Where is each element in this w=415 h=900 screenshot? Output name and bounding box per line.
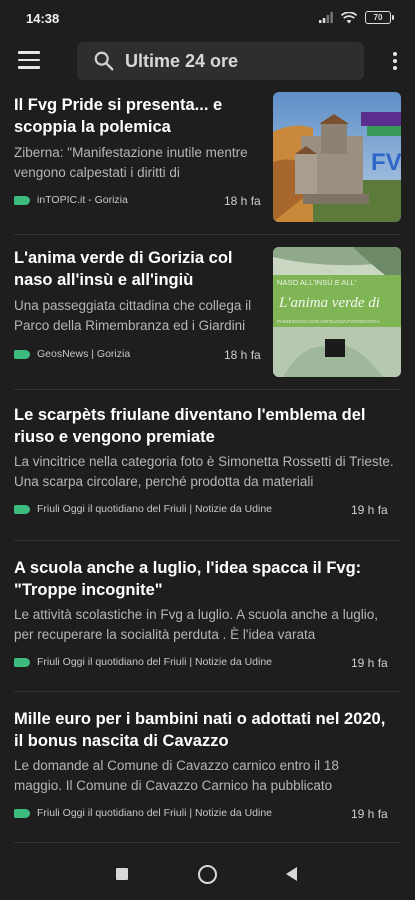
news-title[interactable]: A scuola anche a luglio, l'idea spacca i… xyxy=(14,557,394,601)
news-time: 19 h fa xyxy=(351,503,388,517)
news-time: 18 h fa xyxy=(224,194,261,208)
status-bar: 14:38 70 xyxy=(0,0,415,38)
news-thumbnail[interactable]: NASO ALL'INSÙ E ALL' L'anima verde di PA… xyxy=(273,247,401,377)
news-item[interactable]: Il Fvg Pride si presenta... e scoppia la… xyxy=(14,84,401,235)
news-meta: inTOPIC.it - Gorizia xyxy=(14,194,128,206)
search-bar[interactable]: Ultime 24 ore xyxy=(77,42,364,80)
news-thumbnail[interactable]: FVG PRIDE xyxy=(273,92,401,222)
menu-button[interactable] xyxy=(18,51,40,69)
news-feed: Il Fvg Pride si presenta... e scoppia la… xyxy=(0,84,415,843)
news-item[interactable]: A scuola anche a luglio, l'idea spacca i… xyxy=(14,541,401,692)
status-time: 14:38 xyxy=(26,11,60,26)
news-title[interactable]: L'anima verde di Gorizia col naso all'in… xyxy=(14,247,266,291)
news-source[interactable]: inTOPIC.it - Gorizia xyxy=(37,194,128,206)
svg-text:NASO ALL'INSÙ E ALL': NASO ALL'INSÙ E ALL' xyxy=(277,278,357,287)
home-button[interactable] xyxy=(198,865,217,884)
news-item[interactable]: Le scarpèts friulane diventano l'emblema… xyxy=(14,390,401,541)
news-source[interactable]: Friuli Oggi il quotidiano del Friuli | N… xyxy=(37,807,272,819)
wifi-icon xyxy=(341,11,357,23)
news-time: 19 h fa xyxy=(351,656,388,670)
castle-image: FVG PRIDE xyxy=(273,92,401,222)
tag-icon xyxy=(14,195,30,205)
news-source[interactable]: Friuli Oggi il quotidiano del Friuli | N… xyxy=(37,503,272,515)
news-title[interactable]: Mille euro per i bambini nati o adottati… xyxy=(14,708,399,752)
tag-icon xyxy=(14,808,30,818)
news-source[interactable]: Friuli Oggi il quotidiano del Friuli | N… xyxy=(37,656,272,668)
news-item[interactable]: Mille euro per i bambini nati o adottati… xyxy=(14,692,401,843)
signal-icon xyxy=(319,12,333,23)
tag-icon xyxy=(14,657,30,667)
system-nav-bar xyxy=(0,848,415,900)
news-meta: Friuli Oggi il quotidiano del Friuli | N… xyxy=(14,656,272,668)
news-summary: Le domande al Comune di Cavazzo carnico … xyxy=(14,758,339,793)
svg-text:L'anima verde di: L'anima verde di xyxy=(278,295,380,311)
svg-text:FVG PRIDE: FVG PRIDE xyxy=(371,149,401,176)
news-summary: Ziberna: "Manifestazione inutile mentre … xyxy=(14,145,248,180)
status-icons: 70 xyxy=(319,11,394,24)
back-button[interactable] xyxy=(286,867,297,881)
battery-icon: 70 xyxy=(365,11,394,24)
news-item[interactable]: L'anima verde di Gorizia col naso all'in… xyxy=(14,235,401,390)
svg-text:PASSEGGIATA CON ANTOLOGIA FOTO: PASSEGGIATA CON ANTOLOGIA FOTOGRAFICA xyxy=(277,319,380,324)
news-summary: Le attività scolastiche in Fvg a luglio.… xyxy=(14,607,378,642)
more-options-button[interactable] xyxy=(391,52,399,72)
news-meta: Friuli Oggi il quotidiano del Friuli | N… xyxy=(14,503,272,515)
news-summary: Una passeggiata cittadina che collega il… xyxy=(14,298,252,333)
news-meta: GeosNews | Gorizia xyxy=(14,348,130,360)
news-time: 19 h fa xyxy=(351,807,388,821)
recents-button[interactable] xyxy=(116,868,128,880)
news-source[interactable]: GeosNews | Gorizia xyxy=(37,348,130,360)
top-bar: Ultime 24 ore xyxy=(0,38,415,84)
news-title[interactable]: Le scarpèts friulane diventano l'emblema… xyxy=(14,404,394,448)
news-meta: Friuli Oggi il quotidiano del Friuli | N… xyxy=(14,807,272,819)
search-icon xyxy=(94,51,114,71)
news-summary: La vincitrice nella categoria foto è Sim… xyxy=(14,454,394,489)
news-time: 18 h fa xyxy=(224,348,261,362)
search-text: Ultime 24 ore xyxy=(125,50,239,71)
news-title[interactable]: Il Fvg Pride si presenta... e scoppia la… xyxy=(14,94,264,138)
green-poster-image: NASO ALL'INSÙ E ALL' L'anima verde di PA… xyxy=(273,247,401,377)
tag-icon xyxy=(14,349,30,359)
tag-icon xyxy=(14,504,30,514)
